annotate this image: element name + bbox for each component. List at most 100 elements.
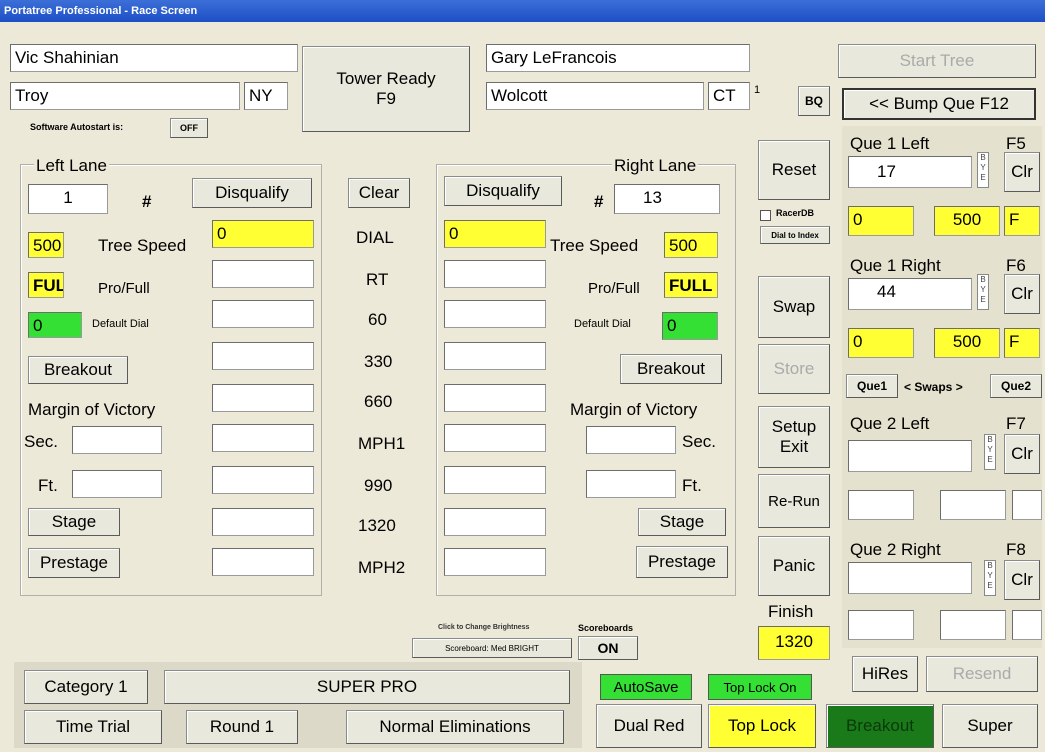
que1-left-number-field[interactable]: 17 [848,156,972,188]
que2-left-mode-field[interactable] [1012,490,1042,520]
hires-button[interactable]: HiRes [852,656,918,692]
bump-que-button[interactable]: << Bump Que F12 [842,88,1036,120]
que2-left-number-field[interactable] [848,440,972,472]
que1-right-bye-toggle[interactable]: BYE [977,274,989,310]
reset-button[interactable]: Reset [758,140,830,200]
que1-left-speed-field[interactable]: 500 [934,206,1000,236]
row-label-mph1: MPH1 [358,434,406,453]
swap-que1-button[interactable]: Que1 [846,374,898,398]
row-label-990: 990 [364,476,393,495]
race-screen-window: Portatree Professional - Race Screen Vic… [0,0,1045,752]
que1-right-speed-field[interactable]: 500 [934,328,1000,358]
window-title: Portatree Professional - Race Screen [0,0,1045,22]
que1-right-key: F6 [1006,256,1026,275]
que2-left-dial-field[interactable] [848,490,914,520]
scoreboard-brightness-button[interactable]: Scoreboard: Med BRIGHT [412,638,572,658]
left-margin-ft-field[interactable] [72,470,162,498]
swap-que2-button[interactable]: Que2 [990,374,1042,398]
que1-left-mode-field[interactable]: F [1004,206,1040,236]
que2-right-mode-field[interactable] [1012,610,1042,640]
elimination-type-button[interactable]: Normal Eliminations [346,710,564,744]
right-racer-state-field[interactable]: CT [708,82,750,110]
que2-right-clr-button[interactable]: Clr [1004,560,1040,600]
racerdb-label: RacerDB [776,208,815,218]
right-margin-sec-field[interactable] [586,426,676,454]
right-mph1-field [444,424,546,452]
round-button[interactable]: Round 1 [186,710,298,744]
que1-right-number-field[interactable]: 44 [848,278,972,310]
left-default-dial-field[interactable]: 0 [28,312,82,338]
right-breakout-button[interactable]: Breakout [620,354,722,384]
super-button[interactable]: Super [942,704,1038,748]
que2-left-title: Que 2 Left [850,414,930,433]
autostart-label: Software Autostart is: [30,122,124,132]
row-label-1320: 1320 [358,516,396,535]
autosave-indicator[interactable]: AutoSave [600,674,692,700]
que2-right-number-field[interactable] [848,562,972,594]
tower-ready-button[interactable]: Tower Ready F9 [302,46,470,132]
left-pro-full-field[interactable]: FULL [28,272,64,298]
left-disqualify-button[interactable]: Disqualify [192,178,312,208]
que2-right-speed-field[interactable] [940,610,1006,640]
left-racer-name-field[interactable]: Vic Shahinian [10,44,298,72]
swaps-label: < Swaps > [904,380,963,394]
brightness-hint-label: Click to Change Brightness [438,624,530,631]
breakout-mode-button[interactable]: Breakout [826,704,934,748]
right-tree-speed-field[interactable]: 500 [664,232,718,258]
dial-to-index-button[interactable]: Dial to Index [760,226,830,244]
que1-left-bye-toggle[interactable]: BYE [977,152,989,188]
left-racer-state-field[interactable]: NY [244,82,288,110]
left-tree-speed-field[interactable]: 500 [28,232,64,258]
right-tree-speed-label: Tree Speed [550,236,639,255]
setup-exit-button[interactable]: Setup Exit [758,406,830,468]
right-lane-number-field[interactable]: 13 [614,184,720,214]
time-trial-button[interactable]: Time Trial [24,710,162,744]
right-prestage-button[interactable]: Prestage [636,546,728,578]
que2-right-title: Que 2 Right [850,540,941,559]
top-lock-button[interactable]: Top Lock [708,704,816,748]
que1-right-mode-field[interactable]: F [1004,328,1040,358]
finish-distance-field[interactable]: 1320 [758,626,830,660]
que2-right-bye-toggle[interactable]: BYE [984,560,996,596]
right-990-time-field [444,466,546,494]
right-racer-city-field[interactable]: Wolcott [486,82,704,110]
swap-button[interactable]: Swap [758,276,830,338]
que2-left-clr-button[interactable]: Clr [1004,434,1040,474]
right-racer-name-field[interactable]: Gary LeFrancois [486,44,750,72]
dual-red-button[interactable]: Dual Red [596,704,702,748]
class-name-button[interactable]: SUPER PRO [164,670,570,704]
right-margin-ft-field[interactable] [586,470,676,498]
left-racer-city-field[interactable]: Troy [10,82,240,110]
racerdb-checkbox[interactable] [760,210,771,221]
panic-button[interactable]: Panic [758,536,830,596]
que1-right-clr-button[interactable]: Clr [1004,274,1040,314]
rerun-button[interactable]: Re-Run [758,474,830,528]
resend-button[interactable]: Resend [926,656,1038,692]
left-lane-number-field[interactable]: 1 [28,184,108,214]
que2-right-dial-field[interactable] [848,610,914,640]
left-dial-time-field[interactable]: 0 [212,220,314,248]
que2-left-speed-field[interactable] [940,490,1006,520]
right-disqualify-button[interactable]: Disqualify [444,176,562,206]
bq-button[interactable]: BQ [798,86,830,116]
start-tree-button[interactable]: Start Tree [838,44,1036,78]
que1-right-dial-field[interactable]: 0 [848,328,914,358]
left-breakout-button[interactable]: Breakout [28,356,128,384]
scoreboards-toggle-button[interactable]: ON [578,636,638,660]
que1-left-dial-field[interactable]: 0 [848,206,914,236]
que1-left-clr-button[interactable]: Clr [1004,152,1040,192]
right-pro-full-field[interactable]: FULL [664,272,718,298]
left-stage-button[interactable]: Stage [28,508,120,536]
que2-left-bye-toggle[interactable]: BYE [984,434,996,470]
store-button[interactable]: Store [758,344,830,394]
clear-button[interactable]: Clear [348,178,410,208]
right-dial-time-field[interactable]: 0 [444,220,546,248]
category-button[interactable]: Category 1 [24,670,148,704]
autostart-toggle-button[interactable]: OFF [170,118,208,138]
right-default-dial-field[interactable]: 0 [662,312,718,340]
right-stage-button[interactable]: Stage [638,508,726,536]
left-margin-sec-field[interactable] [72,426,162,454]
left-prestage-button[interactable]: Prestage [28,548,120,578]
right-60-time-field [444,300,546,328]
left-660-time-field [212,384,314,412]
